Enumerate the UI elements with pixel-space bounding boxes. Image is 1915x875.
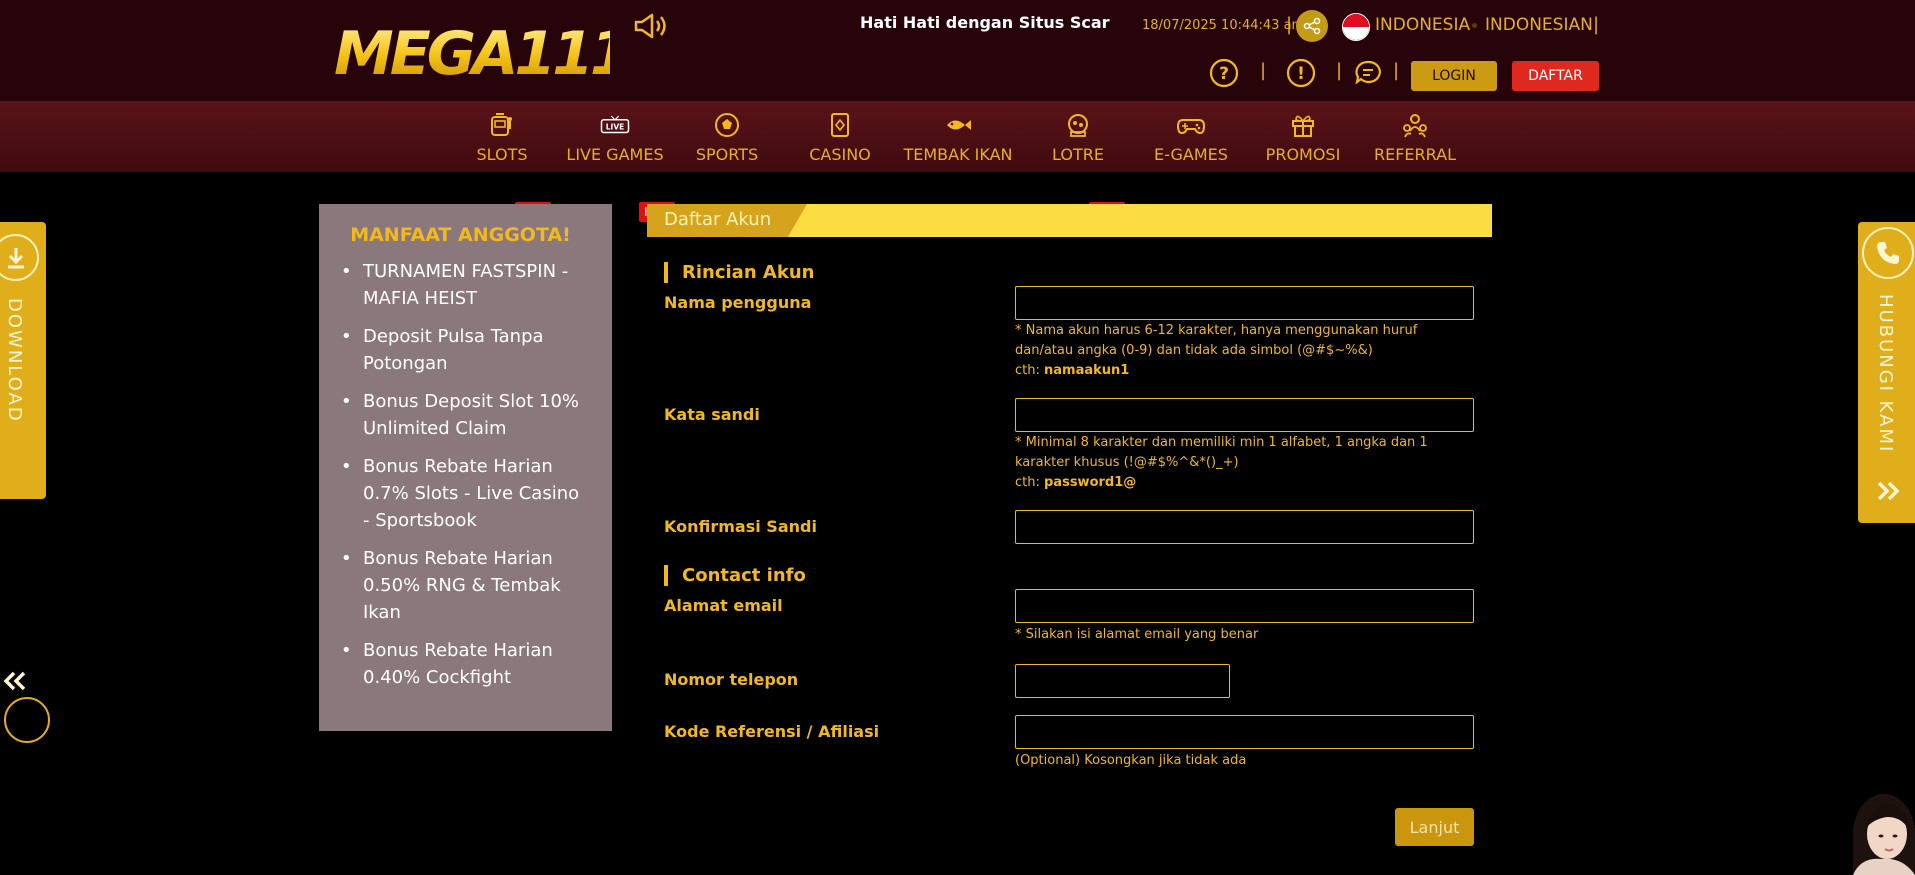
password-label: Kata sandi: [664, 405, 760, 424]
benefits-list: TURNAMEN FASTSPIN - MAFIA HEIST Deposit …: [341, 258, 582, 691]
svg-text:MEGA111: MEGA111: [334, 19, 610, 80]
nav-label: TEMBAK IKAN: [903, 145, 1013, 164]
nav-label: REFERRAL: [1374, 145, 1456, 164]
divider: [1472, 23, 1477, 28]
share-button[interactable]: [1296, 10, 1328, 42]
slot-machine-icon: [487, 111, 517, 139]
language-selector[interactable]: INDONESIAN: [1485, 15, 1593, 35]
username-label: Nama pengguna: [664, 293, 812, 312]
nav-label: LOTRE: [1052, 145, 1104, 164]
divider: |: [1260, 60, 1267, 81]
referral-label: Kode Referensi / Afiliasi: [664, 722, 880, 741]
login-button[interactable]: LOGIN: [1411, 61, 1497, 91]
country-selector[interactable]: INDONESIA: [1375, 15, 1470, 35]
contact-tab[interactable]: HUBUNGI KAMI: [1858, 222, 1915, 523]
form-header: Daftar Akun: [647, 204, 1492, 237]
form-title: Daftar Akun: [664, 209, 772, 230]
soccer-ball-icon: [712, 111, 742, 139]
nav-item-e-games[interactable]: E-GAMES: [1153, 101, 1229, 172]
chevron-right-icon: [1875, 480, 1901, 506]
list-item: Bonus Rebate Harian 0.40% Cockfight: [341, 637, 582, 691]
nav-item-live-games[interactable]: LIVE LIVE GAMES: [564, 101, 666, 172]
divider: |: [1286, 14, 1293, 35]
cards-icon: [825, 111, 855, 139]
chat-icon[interactable]: [1353, 58, 1383, 88]
nav-label: SPORTS: [695, 145, 759, 164]
nav-item-casino[interactable]: CASINO: [806, 101, 874, 172]
current-datetime: 18/07/2025 10:44:43 am: [1142, 18, 1305, 33]
svg-text:?: ?: [1219, 64, 1229, 84]
section-title-account: Rincian Akun: [664, 262, 814, 283]
member-benefits-panel: MANFAAT ANGGOTA! TURNAMEN FASTSPIN - MAF…: [319, 204, 612, 731]
live-icon: LIVE: [600, 111, 630, 139]
nav-item-tembak-ikan[interactable]: TEMBAK IKAN: [902, 101, 1014, 172]
continue-button[interactable]: Lanjut: [1395, 808, 1474, 846]
site-logo[interactable]: MEGA111: [334, 18, 610, 80]
share-icon: [1303, 17, 1321, 35]
nav-item-lotre[interactable]: LOTRE: [1050, 101, 1106, 172]
username-input[interactable]: [1015, 286, 1474, 320]
confirm-password-label: Konfirmasi Sandi: [664, 517, 817, 536]
help-icon[interactable]: ?: [1209, 58, 1239, 88]
referral-icon: [1400, 111, 1430, 139]
referral-hint: (Optional) Kosongkan jika tidak ada: [1015, 753, 1247, 768]
register-button[interactable]: DAFTAR: [1512, 61, 1599, 91]
gift-icon: [1288, 111, 1318, 139]
announcement-icon: [632, 12, 668, 40]
username-hint: * Nama akun harus 6-12 karakter, hanya m…: [1015, 323, 1418, 378]
divider: |: [1593, 14, 1600, 35]
nav-item-referral[interactable]: REFERRAL: [1372, 101, 1458, 172]
gamepad-icon: [1176, 111, 1206, 139]
site-header: MEGA111 Hati Hati dengan Situs Scar 18/0…: [0, 0, 1915, 101]
benefits-title: MANFAAT ANGGOTA!: [350, 224, 571, 246]
lottery-icon: [1063, 111, 1093, 139]
email-input[interactable]: [1015, 589, 1474, 623]
download-tab[interactable]: DOWNLOAD: [0, 222, 46, 691]
section-title-contact: Contact info: [664, 565, 806, 586]
announcement-marquee: Hati Hati dengan Situs Scar: [860, 13, 1110, 32]
svg-text:!: !: [1297, 64, 1305, 84]
nav-label: LIVE GAMES: [566, 145, 664, 164]
support-avatar[interactable]: [1853, 794, 1915, 875]
download-icon: [0, 234, 39, 281]
contact-label: HUBUNGI KAMI: [1875, 294, 1896, 454]
chevron-left-icon: [2, 670, 28, 696]
confirm-password-input[interactable]: [1015, 510, 1474, 544]
nav-label: CASINO: [809, 145, 871, 164]
email-label: Alamat email: [664, 596, 783, 615]
download-label: DOWNLOAD: [4, 298, 25, 423]
phone-input[interactable]: [1015, 664, 1230, 698]
nav-item-sports[interactable]: SPORTS: [692, 101, 762, 172]
list-item: Deposit Pulsa Tanpa Potongan: [341, 323, 582, 377]
fish-icon: [943, 111, 973, 139]
list-item: TURNAMEN FASTSPIN - MAFIA HEIST: [341, 258, 582, 312]
password-hint: * Minimal 8 karakter dan memiliki min 1 …: [1015, 435, 1428, 490]
list-item: Bonus Rebate Harian 0.7% Slots - Live Ca…: [341, 453, 582, 534]
password-input[interactable]: [1015, 398, 1474, 432]
list-item: Bonus Rebate Harian 0.50% RNG & Tembak I…: [341, 545, 582, 626]
referral-input[interactable]: [1015, 715, 1474, 749]
nav-label: PROMOSI: [1265, 145, 1341, 164]
nav-label: E-GAMES: [1154, 145, 1228, 164]
nav-item-slots[interactable]: SLOTS: [471, 101, 533, 172]
divider: |: [1393, 60, 1400, 81]
phone-label: Nomor telepon: [664, 670, 799, 689]
divider: |: [1336, 60, 1343, 81]
list-item: Bonus Deposit Slot 10% Unlimited Claim: [341, 388, 582, 442]
nav-item-promosi[interactable]: PROMOSI: [1263, 101, 1343, 172]
nav-label: SLOTS: [476, 145, 528, 164]
indonesia-flag-icon[interactable]: [1342, 13, 1370, 41]
svg-text:LIVE: LIVE: [606, 123, 625, 132]
registration-form: Daftar Akun Rincian Akun Nama pengguna *…: [647, 204, 1492, 846]
phone-icon: [1862, 227, 1914, 279]
email-hint: * Silakan isi alamat email yang benar: [1015, 627, 1259, 642]
main-nav: SLOTS HOT LIVE LIVE GAMES HOT SPORTS CAS…: [0, 101, 1915, 222]
info-icon[interactable]: !: [1286, 58, 1316, 88]
floating-button[interactable]: [4, 697, 50, 743]
